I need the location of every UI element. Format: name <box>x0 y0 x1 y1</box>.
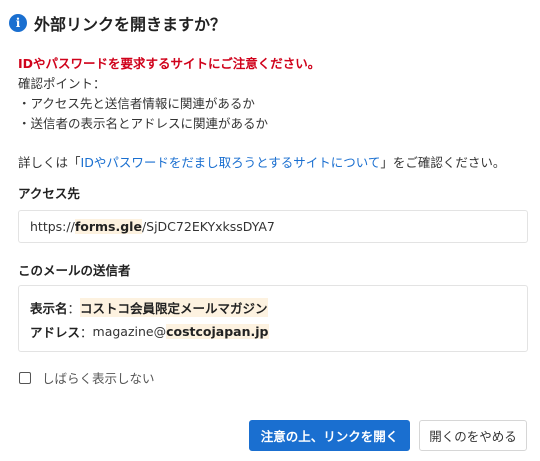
sender-label: このメールの送信者 <box>18 263 131 278</box>
external-link-dialog: i 外部リンクを開きますか？ IDやパスワードを要求するサイトにご注意ください。… <box>0 0 540 461</box>
details-suffix: 」をご確認ください。 <box>380 155 506 170</box>
phishing-info-link[interactable]: IDやパスワードをだまし取ろうとするサイトについて <box>81 155 381 170</box>
dont-show-again-label: しばらく表示しない <box>42 371 155 386</box>
dialog-title: 外部リンクを開きますか？ <box>34 15 227 34</box>
address-separator: ： <box>80 324 93 340</box>
url-prefix: https:// <box>30 219 75 234</box>
sender-display-name-row: 表示名：コストコ会員限定メールマガジン <box>30 295 516 319</box>
checkpoint-item: ・アクセス先と送信者情報に関連があるか <box>18 96 255 111</box>
dialog-header: i 外部リンクを開きますか？ <box>9 11 226 35</box>
display-name-value: コストコ会員限定メールマガジン <box>80 297 268 317</box>
warning-message: IDやパスワードを要求するサイトにご注意ください。 <box>18 56 321 71</box>
display-name-key: 表示名 <box>30 300 68 316</box>
sender-address-row: アドレス： magazine@ costcojapan.jp <box>30 319 516 343</box>
checkpoints-heading: 確認ポイント： <box>18 76 106 91</box>
dont-show-again-option[interactable]: しばらく表示しない <box>19 368 155 387</box>
cancel-button[interactable]: 開くのをやめる <box>419 420 527 451</box>
details-prefix: 詳しくは「 <box>18 155 81 170</box>
access-url-box: https://forms.gle/SjDC72EKYxkssDYA7 <box>18 210 528 243</box>
url-path: /SjDC72EKYxkssDYA7 <box>141 219 275 234</box>
address-domain: costcojapan.jp <box>166 323 269 339</box>
access-label: アクセス先 <box>18 186 80 201</box>
open-link-button[interactable]: 注意の上、リンクを開く <box>249 420 410 451</box>
address-key: アドレス <box>30 324 81 340</box>
checkpoint-item: ・送信者の表示名とアドレスに関連があるか <box>18 116 269 131</box>
sender-info-box: 表示名：コストコ会員限定メールマガジン アドレス： magazine@ costco… <box>18 285 528 352</box>
dont-show-again-checkbox[interactable] <box>19 371 31 384</box>
url-domain: forms.gle <box>74 219 142 234</box>
info-icon: i <box>9 14 27 32</box>
address-local: magazine@ <box>92 323 167 339</box>
details-text: 詳しくは「IDやパスワードをだまし取ろうとするサイトについて」をご確認ください。 <box>18 152 505 171</box>
display-name-separator: ： <box>67 300 81 316</box>
